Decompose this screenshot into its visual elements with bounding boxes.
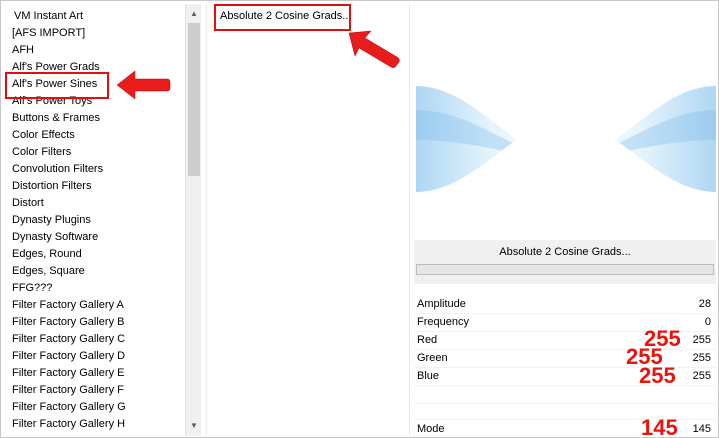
category-scrollbar[interactable]: ▲ ▼ [185, 4, 201, 436]
highlight-filter-box [214, 4, 351, 31]
category-item[interactable]: Convolution Filters [12, 161, 103, 178]
category-item[interactable]: Filter Factory Gallery A [12, 297, 124, 314]
category-item[interactable]: Filter Factory Gallery H [12, 416, 125, 433]
param-value[interactable]: 28 [699, 295, 711, 313]
category-item[interactable]: Edges, Round [12, 246, 82, 263]
category-item[interactable]: Color Effects [12, 127, 75, 144]
category-item[interactable]: Filter Factory Gallery B [12, 314, 124, 331]
filters-unlimited-window: VM Instant Art [AFS IMPORT] AFH Alf's Po… [0, 0, 719, 438]
scrollbar-thumb[interactable] [188, 23, 200, 176]
category-item[interactable]: Filter Factory Gallery F [12, 382, 124, 399]
annotation-mode-value: 145 [641, 415, 678, 438]
param-value[interactable]: 0 [705, 313, 711, 331]
category-item[interactable]: Filter Factory Gallery E [12, 365, 124, 382]
param-label: Red [417, 334, 438, 346]
category-item[interactable]: Distort [12, 195, 44, 212]
category-item[interactable]: FFG??? [12, 280, 52, 297]
scroll-down-arrow-icon[interactable]: ▼ [186, 418, 202, 434]
param-value[interactable]: 145 [693, 420, 711, 438]
category-item[interactable]: Filter Factory Gallery G [12, 399, 126, 416]
category-item[interactable]: Filter Factory Gallery C [12, 331, 125, 348]
category-item[interactable]: Edges, Square [12, 263, 85, 280]
filter-name-label: Absolute 2 Cosine Grads... [499, 246, 631, 258]
highlight-category-box [5, 72, 109, 99]
divider [414, 403, 716, 404]
category-item[interactable]: Color Filters [12, 144, 71, 161]
pointer-arrow-icon [348, 30, 400, 68]
param-label: Frequency [417, 316, 469, 328]
param-row-amplitude[interactable]: Amplitude 28 [414, 295, 716, 313]
category-item[interactable]: [AFS IMPORT] [12, 25, 85, 42]
category-item[interactable]: AFH [12, 42, 34, 59]
param-label: Green [417, 352, 448, 364]
category-item[interactable]: Distortion Filters [12, 178, 91, 195]
progress-bar [416, 264, 714, 275]
param-label: Mode [417, 423, 445, 435]
param-value[interactable]: 255 [693, 367, 711, 385]
scroll-up-arrow-icon[interactable]: ▲ [186, 6, 202, 22]
category-item[interactable]: Dynasty Software [12, 229, 98, 246]
category-item[interactable]: Buttons & Frames [12, 110, 100, 127]
category-item[interactable]: Filter Factory Gallery D [12, 348, 125, 365]
param-label: Blue [417, 370, 440, 382]
pointer-arrow-icon [116, 70, 171, 100]
category-item[interactable]: VM Instant Art [14, 8, 83, 25]
param-value[interactable]: 255 [693, 331, 711, 349]
filter-preview-image [416, 86, 716, 204]
param-value[interactable]: 255 [693, 349, 711, 367]
param-label: Amplitude [417, 298, 466, 310]
annotation-blue-value: 255 [639, 363, 676, 388]
category-item[interactable]: Dynasty Plugins [12, 212, 91, 229]
